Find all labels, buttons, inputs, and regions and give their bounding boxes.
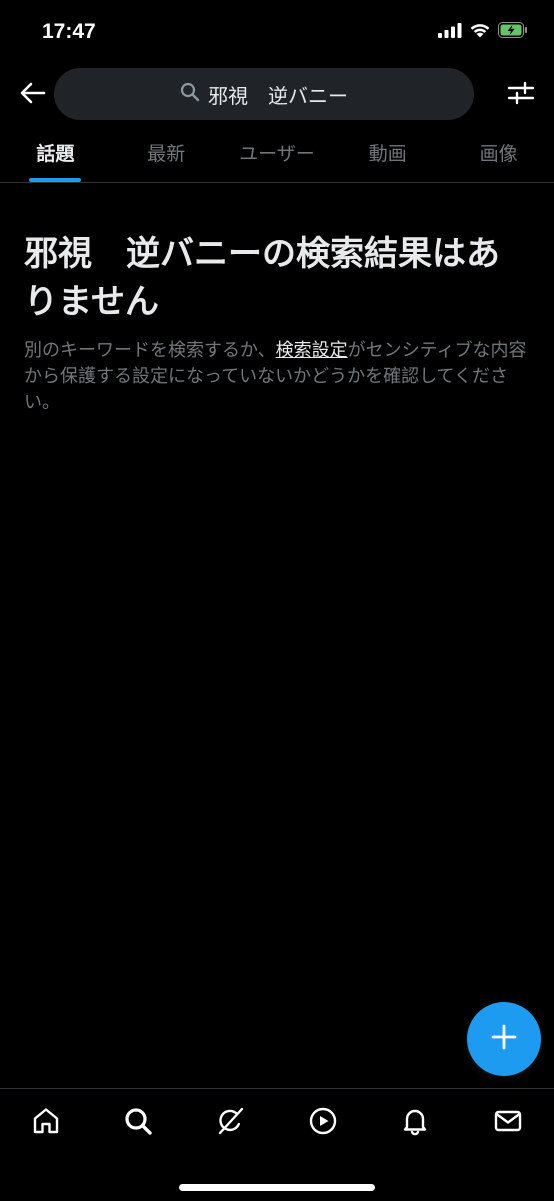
search-input[interactable]: 邪視 逆バニー xyxy=(54,68,474,120)
search-tabs: 話題 最新 ユーザー 動画 画像 xyxy=(0,122,554,183)
home-indicator[interactable] xyxy=(179,1184,375,1191)
tab-videos[interactable]: 動画 xyxy=(332,122,443,182)
tab-label: 動画 xyxy=(368,142,407,165)
nav-messages[interactable] xyxy=(462,1089,554,1157)
back-button[interactable] xyxy=(18,80,48,110)
plus-icon xyxy=(490,1023,518,1055)
tab-label: 最新 xyxy=(147,142,186,165)
wifi-icon xyxy=(469,22,491,42)
empty-state-description: 別のキーワードを検索するか、検索設定がセンシティブな内容から保護する設定になって… xyxy=(24,338,530,416)
tab-label: 画像 xyxy=(479,142,518,165)
nav-home[interactable] xyxy=(0,1089,92,1157)
bell-icon xyxy=(400,1106,430,1140)
search-icon xyxy=(180,82,200,106)
sliders-icon xyxy=(507,81,535,109)
video-play-icon xyxy=(308,1106,338,1140)
grok-icon xyxy=(216,1106,246,1140)
tab-label: 話題 xyxy=(36,142,75,165)
nav-grok[interactable] xyxy=(185,1089,277,1157)
search-query-text: 邪視 逆バニー xyxy=(208,83,348,108)
home-icon xyxy=(31,1106,61,1140)
bottom-navigation xyxy=(0,1088,554,1201)
status-icons xyxy=(438,22,528,42)
arrow-left-icon xyxy=(20,82,46,108)
nav-video[interactable] xyxy=(277,1089,369,1157)
tab-people[interactable]: ユーザー xyxy=(222,122,333,182)
tab-latest[interactable]: 最新 xyxy=(111,122,222,182)
status-bar: 17:47 xyxy=(0,0,554,66)
search-icon xyxy=(123,1106,153,1140)
empty-state-title: 邪視 逆バニーの検索結果はありません xyxy=(24,234,500,322)
battery-charging-icon xyxy=(498,22,528,42)
search-header: 邪視 逆バニー xyxy=(0,66,554,122)
search-settings-link[interactable]: 検索設定 xyxy=(276,340,348,361)
tab-media[interactable]: 画像 xyxy=(443,122,554,182)
tab-label: ユーザー xyxy=(239,142,315,165)
mail-icon xyxy=(493,1106,523,1140)
compose-post-button[interactable] xyxy=(467,1002,541,1076)
tab-top[interactable]: 話題 xyxy=(0,122,111,182)
nav-notifications[interactable] xyxy=(369,1089,461,1157)
signal-icon xyxy=(438,22,462,42)
empty-state: 邪視 逆バニーの検索結果はありません 別のキーワードを検索するか、検索設定がセン… xyxy=(24,230,530,416)
nav-explore[interactable] xyxy=(92,1089,184,1157)
search-filter-button[interactable] xyxy=(506,80,536,110)
active-tab-indicator xyxy=(29,178,82,182)
status-time: 17:47 xyxy=(42,20,96,43)
empty-state-text-before: 別のキーワードを検索するか、 xyxy=(24,340,276,361)
